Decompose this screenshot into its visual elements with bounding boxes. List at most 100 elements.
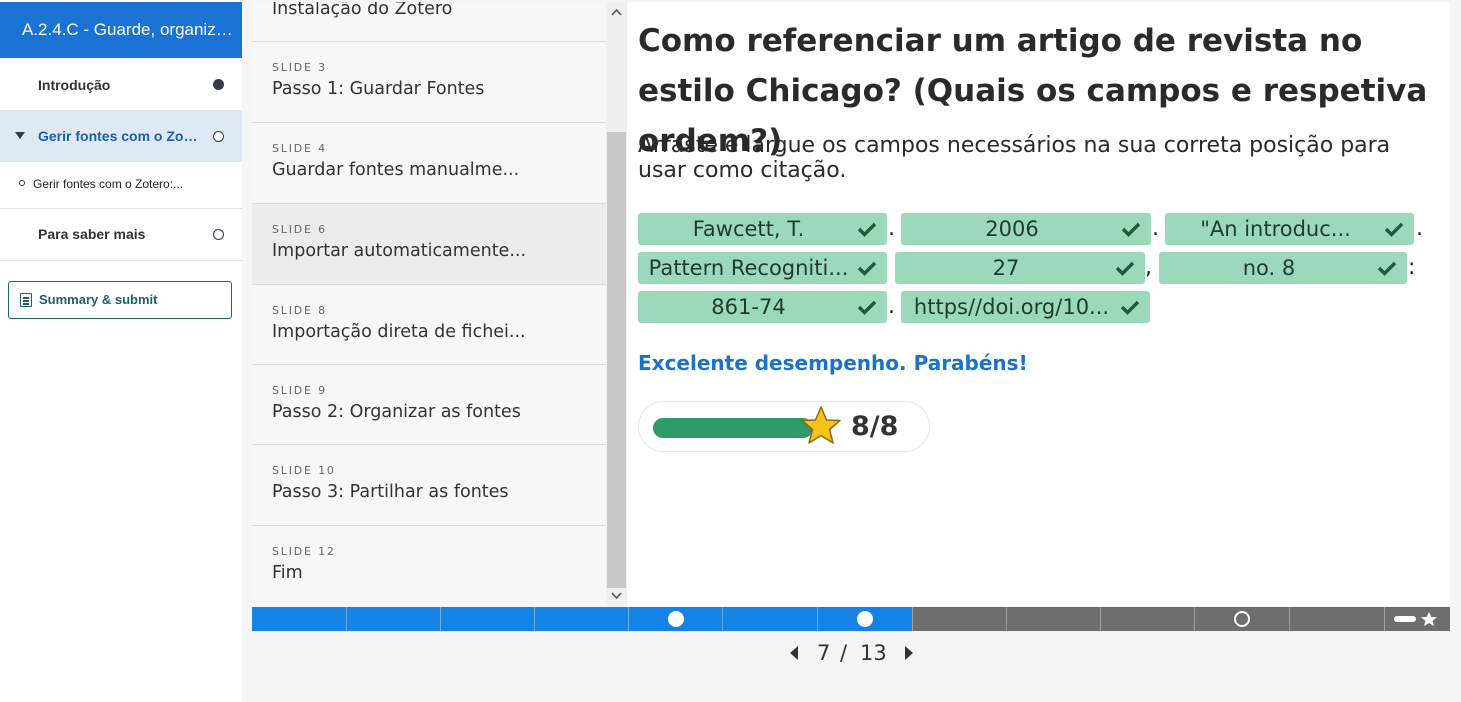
checkmark-icon: [857, 222, 877, 237]
slide-title: Importação direta de fichei...: [272, 322, 526, 342]
nav-item-label: Gerir fontes com o Zotero: [38, 128, 198, 144]
nav-item-introducao[interactable]: Introdução: [0, 59, 242, 111]
chevron-up-icon[interactable]: [610, 6, 623, 19]
slide-title: Instalação do Zotero: [272, 2, 453, 19]
progress-marker-unanswered[interactable]: [1234, 611, 1250, 627]
document-icon: [20, 293, 32, 307]
score-bar: [653, 418, 813, 438]
slide-title: Passo 2: Organizar as fontes: [272, 402, 521, 422]
checkmark-icon: [857, 261, 877, 276]
progress-divider: [628, 607, 629, 631]
slide-item[interactable]: Instalação do Zotero: [252, 2, 606, 42]
slide-list-scrollbar[interactable]: [606, 2, 627, 606]
slide-number: SLIDE 3: [272, 61, 327, 74]
progress-marker-answered[interactable]: [857, 611, 873, 627]
slide-pager: 7 / 13: [790, 641, 920, 665]
progress-divider: [1006, 607, 1007, 631]
caret-down-icon[interactable]: [15, 132, 25, 139]
citation-field-chip[interactable]: 27: [895, 252, 1145, 284]
nav-subitem-label: Gerir fontes com o Zotero:...: [33, 177, 184, 191]
chip-label: Pattern Recogniti...: [648, 256, 849, 280]
pager-separator: /: [840, 641, 848, 665]
previous-slide-icon[interactable]: [790, 646, 798, 660]
citation-separator: .: [1416, 216, 1423, 241]
chip-label: https//doi.org/10...: [913, 295, 1110, 319]
slide-content: Como referenciar um artigo de revista no…: [627, 2, 1450, 606]
slide-item[interactable]: SLIDE 4 Guardar fontes manualme...: [252, 123, 606, 204]
complete-status-icon: [213, 79, 224, 90]
total-slides: 13: [860, 641, 887, 665]
score-star-icon: [1394, 612, 1437, 626]
slide-title: Guardar fontes manualme...: [272, 160, 520, 180]
citation-field-chip[interactable]: Pattern Recogniti...: [638, 252, 887, 284]
slide-number: SLIDE 8: [272, 304, 327, 317]
slide-number: SLIDE 10: [272, 464, 336, 477]
slide-number: SLIDE 4: [272, 142, 327, 155]
course-title[interactable]: A.2.4.C - Guarde, organize e partilhe: [0, 2, 242, 58]
nav-item-label: Para saber mais: [38, 226, 146, 242]
citation-separator: :: [1408, 255, 1416, 280]
chip-label: Fawcett, T.: [692, 217, 805, 241]
citation-field-chip[interactable]: Fawcett, T.: [638, 213, 887, 245]
nav-item-para-saber-mais[interactable]: Para saber mais: [0, 209, 242, 261]
slide-title: Importar automaticamente...: [272, 241, 527, 261]
incomplete-status-icon: [213, 229, 224, 240]
course-navigation: A.2.4.C - Guarde, organize e partilhe In…: [0, 0, 242, 702]
current-slide-number: 7: [817, 641, 831, 665]
progress-divider: [1194, 607, 1195, 631]
score-indicator: 8/8: [638, 401, 930, 452]
citation-field-chip[interactable]: https//doi.org/10...: [901, 291, 1150, 323]
slide-title: Passo 1: Guardar Fontes: [272, 79, 485, 99]
checkmark-icon: [1120, 300, 1140, 315]
question-instructions: Arraste e largue os campos necessários n…: [638, 133, 1391, 183]
slide-item[interactable]: SLIDE 8 Importação direta de fichei...: [252, 285, 606, 365]
progress-divider: [1100, 607, 1101, 631]
slide-list: Instalação do Zotero SLIDE 3 Passo 1: Gu…: [252, 2, 606, 606]
citation-field-chip[interactable]: "An introduc...: [1165, 213, 1414, 245]
checkmark-icon: [1384, 222, 1404, 237]
checkmark-icon: [1121, 222, 1141, 237]
slide-number: SLIDE 9: [272, 384, 327, 397]
chip-label: 2006: [985, 217, 1039, 241]
citation-separator: .: [888, 294, 895, 319]
citation-field-chip[interactable]: no. 8: [1159, 252, 1407, 284]
progress-divider: [722, 607, 723, 631]
nav-item-gerir-fontes[interactable]: Gerir fontes com o Zotero: [0, 111, 242, 162]
checkmark-icon: [1377, 261, 1397, 276]
slide-progress-bar[interactable]: [252, 607, 1450, 631]
slide-title: Passo 3: Partilhar as fontes: [272, 482, 509, 502]
checkmark-icon: [1115, 261, 1135, 276]
subitem-bullet-icon: [19, 180, 25, 186]
progress-fill: [252, 607, 911, 631]
scrollbar-thumb[interactable]: [607, 132, 626, 588]
progress-marker-answered[interactable]: [668, 611, 684, 627]
slide-item[interactable]: SLIDE 10 Passo 3: Partilhar as fontes: [252, 445, 606, 526]
nav-item-label: Introdução: [38, 77, 111, 93]
feedback-message: Excelente desempenho. Parabéns!: [638, 351, 1028, 375]
chip-label: 27: [992, 256, 1020, 280]
slide-item[interactable]: SLIDE 9 Passo 2: Organizar as fontes: [252, 365, 606, 445]
citation-field-chip[interactable]: 861-74: [638, 291, 887, 323]
citation-field-chip[interactable]: 2006: [901, 213, 1151, 245]
slide-item[interactable]: SLIDE 12 Fim: [252, 526, 606, 606]
slide-item[interactable]: SLIDE 3 Passo 1: Guardar Fontes: [252, 42, 606, 123]
incomplete-status-icon: [213, 131, 224, 142]
summary-submit-button[interactable]: Summary & submit: [8, 281, 232, 319]
chip-label: no. 8: [1242, 256, 1296, 280]
chevron-down-icon[interactable]: [610, 589, 623, 602]
slide-item[interactable]: SLIDE 6 Importar automaticamente...: [252, 204, 606, 285]
slide-number: SLIDE 12: [272, 545, 336, 558]
progress-divider: [1384, 607, 1385, 631]
chip-label: 861-74: [711, 295, 786, 319]
citation-separator: ,: [1145, 255, 1152, 280]
summary-submit-label: Summary & submit: [39, 292, 158, 307]
chip-label: "An introduc...: [1200, 217, 1351, 241]
progress-divider: [440, 607, 441, 631]
progress-divider: [1289, 607, 1290, 631]
citation-separator: .: [1152, 216, 1159, 241]
nav-subitem-gerir-fontes-zotero[interactable]: Gerir fontes com o Zotero:...: [0, 162, 242, 209]
progress-divider: [912, 607, 913, 631]
next-slide-icon[interactable]: [905, 646, 913, 660]
progress-divider: [534, 607, 535, 631]
progress-divider: [346, 607, 347, 631]
